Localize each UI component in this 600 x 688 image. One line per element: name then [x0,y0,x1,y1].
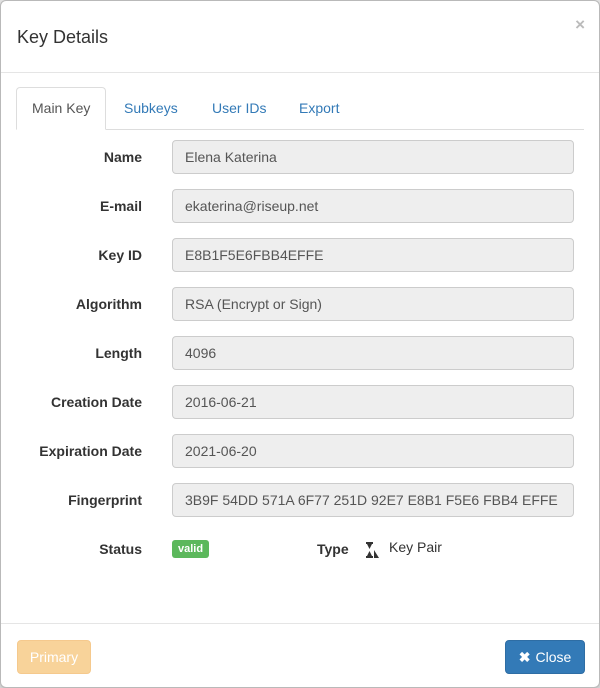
email-field[interactable]: ekaterina@riseup.net [172,189,574,223]
tab-bar: Main Key Subkeys User IDs Export [16,87,584,130]
type-value: Key Pair [389,539,442,555]
tab-user-ids[interactable]: User IDs [197,87,281,128]
creation-date-label: Creation Date [50,394,142,410]
fingerprint-label: Fingerprint [68,492,142,508]
name-label: Name [103,149,142,165]
name-field[interactable]: Elena Katerina [172,140,574,174]
creation-date-field[interactable]: 2016-06-21 [172,385,574,419]
length-label: Length [95,345,142,361]
close-button[interactable]: ✖ Close [505,640,585,674]
expiration-date-field[interactable]: 2021-06-20 [172,434,574,468]
status-type-row: Status valid Type Key Pair [1,532,599,566]
field-row-creation-date: Creation Date 2016-06-21 [1,385,599,419]
modal-header: Key Details × [1,1,599,73]
tab-main-key[interactable]: Main Key [16,87,107,130]
status-label: Status [99,541,142,557]
primary-button[interactable]: Primary [17,640,91,674]
expiration-date-label: Expiration Date [39,443,142,459]
algorithm-label: Algorithm [75,296,142,312]
modal-title: Key Details [17,27,109,47]
close-icon: ✖ [518,649,531,665]
field-row-name: Name Elena Katerina [1,140,599,174]
type-label: Type [317,541,349,557]
length-field[interactable]: 4096 [172,336,574,370]
field-row-expiration-date: Expiration Date 2021-06-20 [1,434,599,468]
tab-subkeys[interactable]: Subkeys [109,87,193,128]
field-row-fingerprint: Fingerprint 3B9F 54DD 571A 6F77 251D 92E… [1,483,599,517]
tab-export[interactable]: Export [284,87,354,128]
field-row-key-id: Key ID E8B1F5E6FBB4EFFE [1,238,599,272]
email-label: E-mail [99,198,142,214]
modal-footer: Primary ✖ Close [1,623,599,688]
field-row-algorithm: Algorithm RSA (Encrypt or Sign) [1,287,599,321]
key-id-field[interactable]: E8B1F5E6FBB4EFFE [172,238,574,272]
algorithm-field[interactable]: RSA (Encrypt or Sign) [172,287,574,321]
key-id-label: Key ID [98,247,142,263]
close-icon[interactable]: × [575,15,585,35]
key-details-modal: Key Details × Main Key Subkeys User IDs … [0,0,600,688]
close-button-label: Close [535,649,572,665]
field-row-email: E-mail ekaterina@riseup.net [1,189,599,223]
field-row-length: Length 4096 [1,336,599,370]
key-pair-icon [364,542,380,558]
fingerprint-field[interactable]: 3B9F 54DD 571A 6F77 251D 92E7 E8B1 F5E6 … [172,483,574,517]
status-badge: valid [172,540,210,558]
